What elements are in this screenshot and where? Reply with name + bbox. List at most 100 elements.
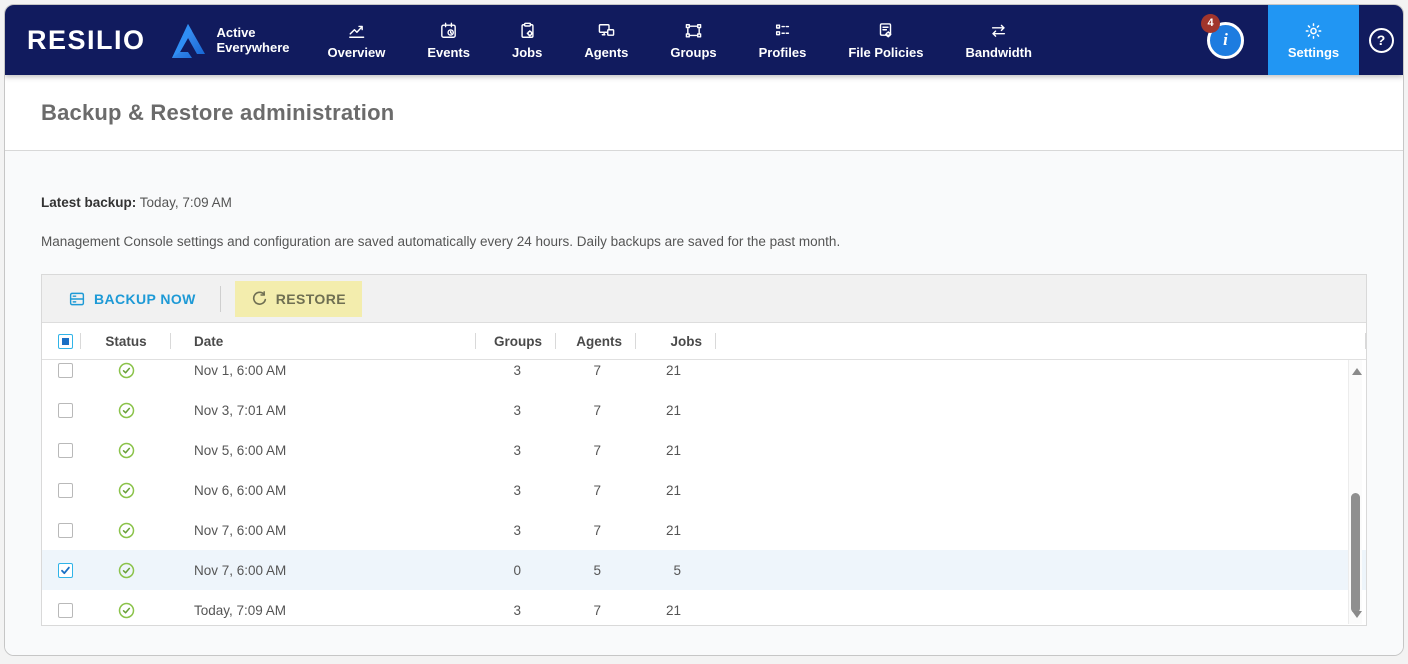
nav-item-label: Settings — [1287, 44, 1340, 60]
row-groups: 0 — [513, 562, 521, 578]
backup-now-button[interactable]: BACKUP NOW — [58, 281, 206, 317]
help: ? — [1359, 27, 1403, 53]
header-cell-checkbox — [42, 323, 81, 359]
document-gear-icon — [875, 21, 896, 41]
status-success-icon — [118, 482, 135, 499]
top-navbar: RESILIO Active Everywhere Overview Event… — [5, 5, 1403, 75]
table-row[interactable]: Nov 5, 6:00 AM 3 7 21 — [42, 430, 1366, 470]
table-row[interactable]: Today, 7:09 AM 3 7 21 — [42, 590, 1366, 625]
row-checkbox[interactable] — [58, 602, 73, 618]
row-agents: 7 — [593, 362, 601, 378]
checkmark-icon — [60, 565, 71, 576]
arrows-left-right-icon — [988, 21, 1009, 41]
row-groups: 3 — [513, 522, 521, 538]
status-success-icon — [118, 522, 135, 539]
row-groups: 3 — [513, 602, 521, 618]
brand-product-name: Active Everywhere — [217, 25, 290, 55]
row-date: Nov 7, 6:00 AM — [194, 562, 287, 578]
header-cell-date[interactable]: Date — [171, 323, 476, 359]
nav-item-bandwidth[interactable]: Bandwidth — [965, 21, 1032, 60]
notifications: 4 i — [1201, 13, 1244, 59]
status-success-icon — [118, 362, 135, 379]
scroll-up-arrow-icon[interactable] — [1352, 368, 1362, 375]
row-agents: 5 — [593, 562, 601, 578]
row-jobs: 21 — [665, 602, 681, 618]
brand-product-line2: Everywhere — [216, 40, 290, 55]
status-success-icon — [118, 602, 135, 619]
row-jobs: 21 — [665, 482, 681, 498]
nav-item-jobs[interactable]: Jobs — [512, 21, 542, 60]
header-cell-agents[interactable]: Agents — [556, 323, 636, 359]
row-date: Nov 7, 6:00 AM — [194, 522, 287, 538]
nav-items: Overview Events Jobs Agents Groups Profi… — [328, 21, 1032, 60]
row-checkbox[interactable] — [58, 482, 73, 498]
table-row[interactable]: Nov 7, 6:00 AM 3 7 21 — [42, 510, 1366, 550]
nav-item-groups[interactable]: Groups — [670, 21, 717, 60]
row-date: Nov 5, 6:00 AM — [194, 442, 287, 458]
brand: RESILIO Active Everywhere — [5, 22, 290, 58]
row-agents: 7 — [593, 482, 601, 498]
row-agents: 7 — [593, 402, 601, 418]
backup-now-icon — [68, 290, 86, 308]
latest-backup-label: Latest backup: — [41, 195, 137, 210]
nav-item-settings[interactable]: Settings — [1268, 5, 1359, 75]
notification-badge: 4 — [1201, 13, 1220, 33]
row-checkbox[interactable] — [58, 362, 73, 378]
table-row[interactable]: Nov 6, 6:00 AM 3 7 21 — [42, 470, 1366, 510]
select-all-checkbox[interactable] — [58, 333, 73, 349]
selection-frame-icon — [683, 21, 704, 41]
restore-button[interactable]: RESTORE — [234, 280, 362, 317]
row-jobs: 21 — [665, 362, 681, 378]
row-date: Nov 3, 7:01 AM — [194, 402, 287, 418]
nav-item-agents[interactable]: Agents — [584, 21, 628, 60]
table-header: Status Date Groups Agents Jobs — [42, 323, 1366, 360]
table-row[interactable]: Nov 1, 6:00 AM 3 7 21 — [42, 360, 1366, 390]
nav-item-label: Events — [427, 44, 470, 60]
vertical-scrollbar[interactable] — [1348, 360, 1362, 624]
scroll-down-arrow-icon[interactable] — [1352, 611, 1362, 618]
indeterminate-mark — [62, 337, 69, 345]
latest-backup-value: Today, 7:09 AM — [139, 195, 232, 210]
row-checkbox[interactable] — [58, 442, 73, 458]
row-groups: 3 — [513, 362, 521, 378]
row-groups: 3 — [513, 442, 521, 458]
brand-product-line1: Active — [216, 25, 256, 40]
help-button[interactable]: ? — [1368, 27, 1394, 53]
header-cell-jobs[interactable]: Jobs — [636, 323, 716, 359]
latest-backup-line: Latest backup: Today, 7:09 AM — [41, 151, 1367, 210]
nav-item-label: Agents — [584, 44, 629, 60]
restore-label: RESTORE — [275, 290, 346, 307]
backup-now-label: BACKUP NOW — [94, 290, 196, 307]
row-date: Nov 6, 6:00 AM — [194, 482, 287, 498]
resilio-logo: RESILIO — [27, 24, 146, 55]
row-checkbox[interactable] — [58, 522, 73, 538]
row-agents: 7 — [593, 522, 601, 538]
row-date: Nov 1, 6:00 AM — [194, 362, 287, 378]
nav-item-label: Overview — [327, 44, 386, 60]
row-checkbox-checked[interactable] — [58, 562, 73, 578]
active-everywhere-logo-icon — [168, 22, 208, 58]
scrollbar-thumb[interactable] — [1351, 493, 1360, 613]
nav-item-label: Jobs — [511, 44, 543, 60]
nav-item-file-policies[interactable]: File Policies — [848, 21, 923, 60]
table-row-selected[interactable]: Nov 7, 6:00 AM 0 5 5 — [42, 550, 1366, 590]
row-jobs: 21 — [665, 442, 681, 458]
table-row[interactable]: Nov 3, 7:01 AM 3 7 21 — [42, 390, 1366, 430]
row-jobs: 21 — [665, 522, 681, 538]
monitors-icon — [596, 21, 617, 41]
nav-item-label: File Policies — [848, 44, 924, 60]
header-cell-status[interactable]: Status — [81, 323, 171, 359]
row-date: Today, 7:09 AM — [194, 602, 287, 618]
nav-item-events[interactable]: Events — [427, 21, 470, 60]
main-content: Latest backup: Today, 7:09 AM Management… — [5, 151, 1403, 655]
app-window: RESILIO Active Everywhere Overview Event… — [4, 4, 1404, 656]
row-agents: 7 — [593, 602, 601, 618]
nav-item-label: Bandwidth — [965, 44, 1032, 60]
clipboard-gear-icon — [517, 21, 538, 41]
nav-item-overview[interactable]: Overview — [327, 21, 386, 60]
header-cell-groups[interactable]: Groups — [476, 323, 556, 359]
nav-item-profiles[interactable]: Profiles — [759, 21, 806, 60]
header-cell-spacer — [716, 323, 1366, 359]
row-checkbox[interactable] — [58, 402, 73, 418]
row-groups: 3 — [513, 402, 521, 418]
